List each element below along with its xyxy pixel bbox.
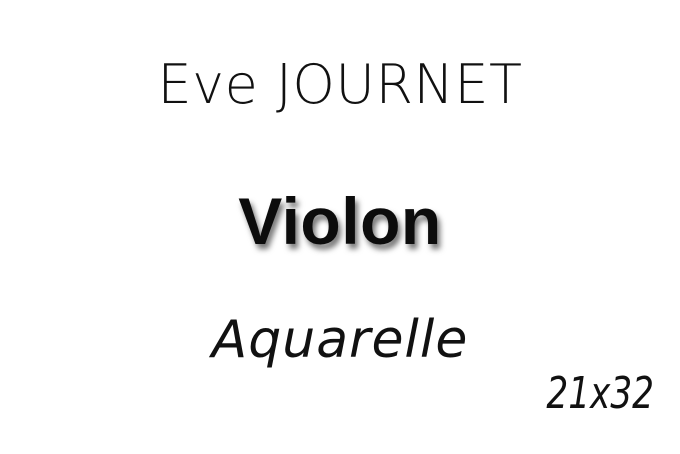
artwork-medium: Aquarelle — [211, 310, 469, 370]
artwork-title: Violon — [238, 184, 442, 258]
artist-name: Eve JOURNET — [157, 53, 523, 116]
artwork-dimensions: 21x32 — [546, 368, 654, 419]
artwork-label-card: Eve JOURNET Violon Aquarelle 21x32 — [0, 0, 680, 454]
